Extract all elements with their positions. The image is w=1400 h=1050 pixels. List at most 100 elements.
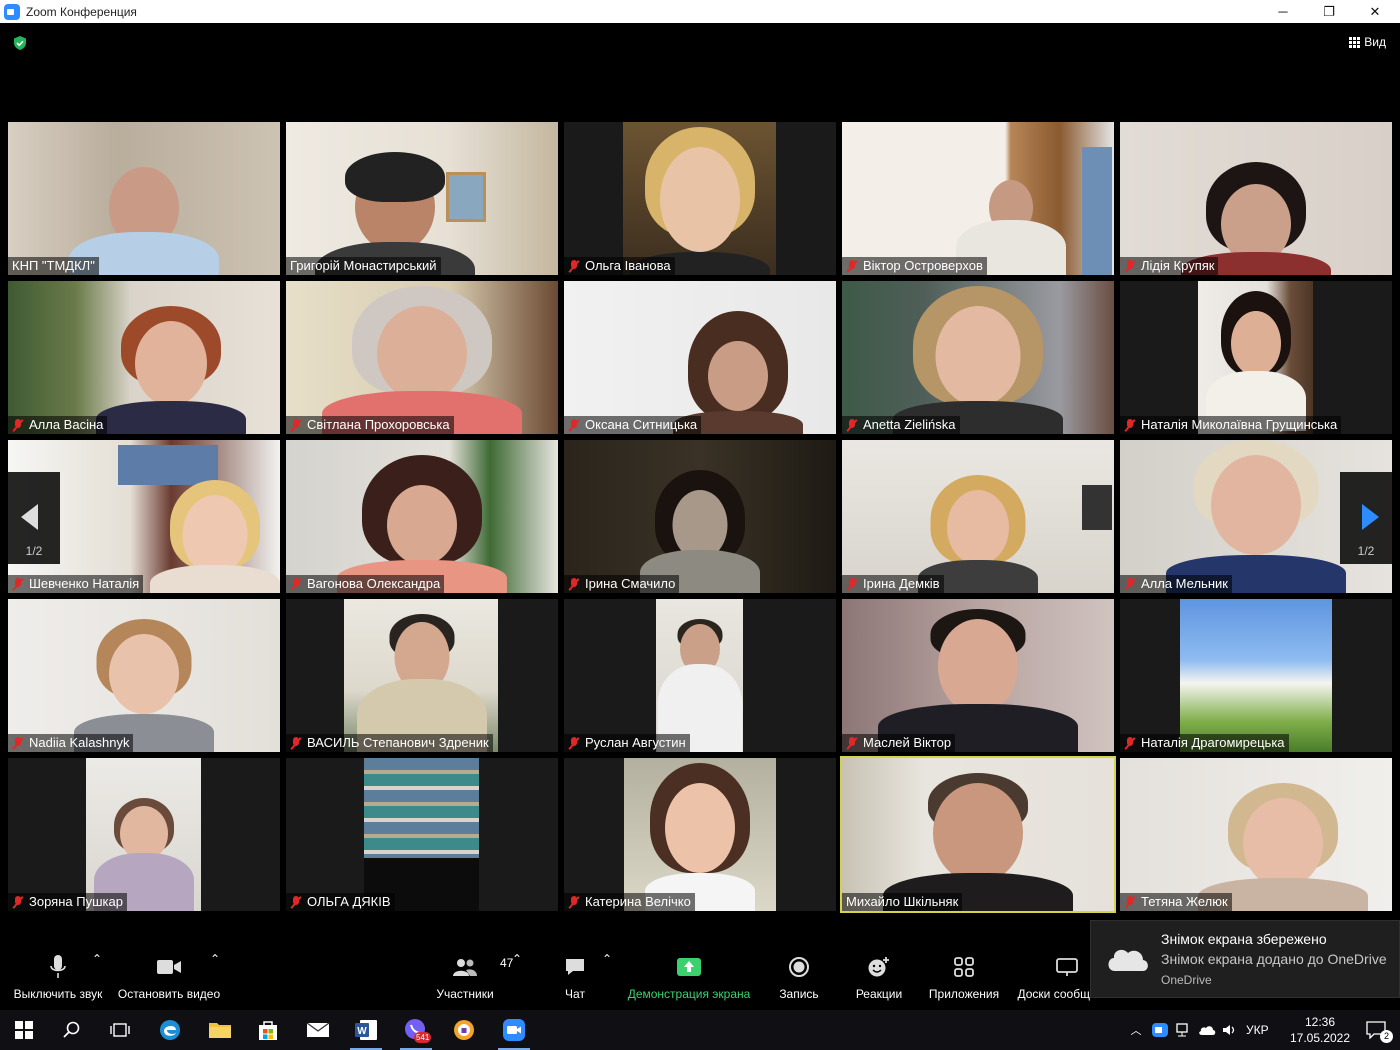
audio-options-caret-icon[interactable]: ⌃: [92, 952, 102, 966]
participant-name-tag: Тетяна Желюк: [1120, 893, 1232, 911]
video-tile[interactable]: Тетяна Желюк: [1120, 758, 1392, 911]
language-indicator[interactable]: УКР: [1246, 1023, 1269, 1037]
participants-label: Участники: [436, 987, 494, 1001]
onedrive-cloud-icon: [1108, 949, 1148, 971]
reactions-button[interactable]: Реакции: [852, 952, 906, 1010]
video-tile[interactable]: КНП "ТМДКЛ": [8, 122, 280, 275]
participant-name: Ірина Смачило: [585, 576, 676, 591]
participant-name: Світлана Прохоровська: [307, 417, 450, 432]
video-options-caret-icon[interactable]: ⌃: [210, 952, 220, 966]
shield-lock-icon: [454, 1020, 474, 1040]
participant-name-tag: ВАСИЛЬ Степанович Здреник: [286, 734, 493, 752]
video-tile[interactable]: Наталія Миколаївна Грущинська: [1120, 281, 1392, 434]
participants-icon: [453, 959, 477, 976]
search-button[interactable]: [48, 1010, 96, 1050]
chat-options-caret-icon[interactable]: ⌃: [602, 952, 612, 966]
muted-mic-icon: [12, 736, 24, 750]
record-button[interactable]: Запись: [772, 952, 826, 1010]
video-tile[interactable]: Ольга Іванова: [564, 122, 836, 275]
participant-name: ВАСИЛЬ Степанович Здреник: [307, 735, 489, 750]
video-tile[interactable]: Ірина Смачило: [564, 440, 836, 593]
page-indicator: 1/2: [1357, 544, 1375, 558]
video-tile[interactable]: Вагонова Олександра: [286, 440, 558, 593]
volume-icon[interactable]: [1222, 1023, 1238, 1037]
share-screen-button[interactable]: Демонстрация экрана: [624, 952, 754, 1010]
participant-name-tag: Маслей Віктор: [842, 734, 956, 752]
video-tile[interactable]: Ірина Демків: [842, 440, 1114, 593]
video-tile[interactable]: Nadiia Kalashnyk: [8, 599, 280, 752]
participant-name-tag: ОЛЬГА ДЯКІВ: [286, 893, 395, 911]
video-tile[interactable]: Маслей Віктор: [842, 599, 1114, 752]
clock[interactable]: 12:36 17.05.2022: [1290, 1010, 1350, 1050]
participant-name: Оксана Ситницька: [585, 417, 698, 432]
muted-mic-icon: [568, 895, 580, 909]
video-tile[interactable]: ОЛЬГА ДЯКІВ: [286, 758, 558, 911]
next-page-button[interactable]: 1/2: [1340, 472, 1392, 564]
participant-name: Наталія Миколаївна Грущинська: [1141, 417, 1338, 432]
video-tile-active-speaker[interactable]: Михайло Шкільняк: [840, 756, 1116, 913]
participant-name-tag: Алла Васіна: [8, 416, 108, 434]
edge-app[interactable]: [146, 1010, 194, 1050]
video-tile[interactable]: Наталія Драгомирецька: [1120, 599, 1392, 752]
page-indicator: 1/2: [25, 544, 43, 558]
store-bag-icon: [259, 1021, 277, 1040]
store-app[interactable]: [244, 1010, 292, 1050]
file-explorer-app[interactable]: [196, 1010, 244, 1050]
muted-mic-icon: [846, 418, 858, 432]
whiteboard-icon: [1056, 958, 1078, 976]
video-tile[interactable]: Григорій Монастирський: [286, 122, 558, 275]
vpn-app[interactable]: [440, 1010, 488, 1050]
muted-mic-icon: [1124, 736, 1136, 750]
onedrive-tray-icon[interactable]: [1198, 1023, 1216, 1037]
participant-name-tag: Ольга Іванова: [564, 257, 675, 275]
participant-name: Лідія Крупяк: [1141, 258, 1215, 273]
word-app[interactable]: W: [342, 1010, 390, 1050]
zoom-taskbar-app[interactable]: [490, 1010, 538, 1050]
action-center-button[interactable]: 2: [1352, 1010, 1400, 1050]
participants-options-caret-icon[interactable]: ⌃: [512, 952, 522, 966]
participant-name-tag: Катерина Велічко: [564, 893, 695, 911]
reactions-label: Реакции: [855, 987, 903, 1001]
notification-body: Знімок екрана додано до OneDrive: [1161, 951, 1387, 967]
smiley-add-icon: [868, 957, 889, 977]
video-tile[interactable]: Алла Васіна: [8, 281, 280, 434]
viber-unread-badge: 541: [414, 1032, 432, 1043]
zoom-tray-icon[interactable]: [1152, 1023, 1168, 1037]
muted-mic-icon: [290, 895, 302, 909]
mail-app[interactable]: [294, 1010, 342, 1050]
chat-button[interactable]: Чат: [556, 952, 594, 1010]
video-tile[interactable]: Лідія Крупяк: [1120, 122, 1392, 275]
video-tile[interactable]: ВАСИЛЬ Степанович Здреник: [286, 599, 558, 752]
participant-name: Наталія Драгомирецька: [1141, 735, 1285, 750]
network-icon[interactable]: [1176, 1023, 1192, 1037]
video-tile[interactable]: Руслан Августин: [564, 599, 836, 752]
video-camera-icon: [157, 960, 181, 974]
screenshot-saved-notification[interactable]: Знімок екрана збережено Знімок екрана до…: [1090, 920, 1400, 998]
participant-name-tag: Віктор Островерхов: [842, 257, 987, 275]
edge-browser-icon: [160, 1020, 180, 1040]
video-tile[interactable]: Катерина Велічко: [564, 758, 836, 911]
muted-mic-icon: [568, 259, 580, 273]
stop-video-button[interactable]: Остановить видео: [116, 952, 222, 1010]
clock-date: 17.05.2022: [1289, 1031, 1351, 1045]
start-button[interactable]: [0, 1010, 48, 1050]
participant-name: Віктор Островерхов: [863, 258, 983, 273]
system-tray: ︿ УКР: [1128, 1010, 1269, 1050]
participant-name: Руслан Августин: [585, 735, 686, 750]
video-tile[interactable]: Світлана Прохоровська: [286, 281, 558, 434]
participants-button[interactable]: 47 Участники: [432, 952, 513, 1010]
muted-mic-icon: [1124, 259, 1136, 273]
viber-app[interactable]: 541: [392, 1010, 440, 1050]
video-tile[interactable]: Віктор Островерхов: [842, 122, 1114, 275]
show-hidden-icons-chevron-icon[interactable]: ︿: [1128, 1022, 1144, 1038]
video-tile[interactable]: Anetta Zielińska: [842, 281, 1114, 434]
video-tile[interactable]: Зоряна Пушкар: [8, 758, 280, 911]
apps-button[interactable]: Приложения: [926, 952, 1002, 1010]
participant-name-tag: Лідія Крупяк: [1120, 257, 1219, 275]
video-tile[interactable]: Оксана Ситницька: [564, 281, 836, 434]
previous-page-button[interactable]: 1/2: [8, 472, 60, 564]
participant-name-tag: КНП "ТМДКЛ": [8, 257, 99, 275]
task-view-button[interactable]: [96, 1010, 144, 1050]
mute-label: Выключить звук: [13, 987, 103, 1001]
notification-source: OneDrive: [1161, 973, 1212, 987]
